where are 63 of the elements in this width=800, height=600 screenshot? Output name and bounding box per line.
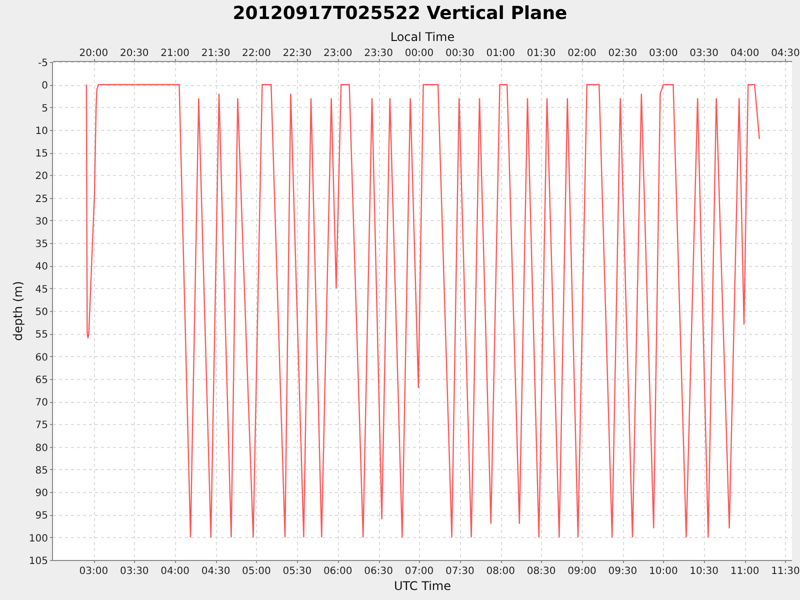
tick-label: 04:30 bbox=[771, 48, 800, 59]
tick-label: 09:30 bbox=[608, 566, 638, 577]
tick-label: 01:30 bbox=[526, 48, 556, 59]
tick-label: 10 bbox=[35, 126, 48, 137]
tick-label: 04:30 bbox=[201, 566, 230, 577]
tick-label: 07:00 bbox=[404, 566, 434, 577]
axis-label: Local Time bbox=[390, 30, 455, 44]
axis-label: UTC Time bbox=[394, 579, 451, 593]
tick-label: 08:00 bbox=[486, 566, 516, 577]
tick-label: 04:00 bbox=[160, 566, 190, 577]
tick-label: 50 bbox=[35, 307, 48, 318]
tick-label: 01:00 bbox=[486, 48, 516, 59]
tick-label: 00:30 bbox=[446, 48, 474, 59]
tick-label: 100 bbox=[28, 533, 48, 544]
tick-label: 80 bbox=[35, 442, 48, 454]
tick-label: 05:00 bbox=[242, 566, 271, 577]
tick-label: 90 bbox=[35, 488, 48, 500]
axis-label: depth (m) bbox=[11, 281, 25, 341]
tick-label: 25 bbox=[35, 194, 48, 205]
tick-label: 04:00 bbox=[730, 48, 760, 59]
tick-label: 10:30 bbox=[690, 566, 719, 577]
tick-label: 20:00 bbox=[79, 48, 108, 59]
tick-label: 60 bbox=[35, 352, 48, 364]
tick-label: 11:30 bbox=[771, 566, 800, 577]
tick-label: 10:00 bbox=[649, 566, 678, 577]
tick-label: 45 bbox=[35, 284, 48, 296]
tick-label: 06:30 bbox=[364, 566, 393, 577]
tick-label: 05:30 bbox=[282, 566, 312, 577]
tick-label: 23:30 bbox=[364, 48, 393, 59]
tick-label: 85 bbox=[35, 465, 48, 476]
tick-label: 20 bbox=[35, 171, 48, 182]
tick-label: 03:00 bbox=[79, 566, 108, 577]
tick-label: 02:00 bbox=[568, 48, 596, 59]
tick-label: 09:00 bbox=[568, 566, 596, 577]
tick-label: 22:30 bbox=[282, 48, 312, 59]
tick-label: -5 bbox=[38, 58, 48, 69]
tick-label: 08:30 bbox=[526, 566, 556, 577]
tick-label: 55 bbox=[35, 330, 48, 341]
tick-label: 00:00 bbox=[404, 48, 434, 59]
tick-label: 40 bbox=[35, 262, 48, 273]
tick-label: 95 bbox=[35, 510, 48, 522]
tick-label: 03:00 bbox=[649, 48, 678, 59]
tick-label: 5 bbox=[42, 103, 48, 114]
tick-label: 65 bbox=[35, 374, 48, 386]
tick-label: 02:30 bbox=[608, 48, 638, 59]
tick-label: 03:30 bbox=[120, 566, 149, 577]
tick-label: 03:30 bbox=[690, 48, 719, 59]
tick-label: 105 bbox=[28, 556, 48, 567]
chart-title: 20120917T025522 Vertical Plane bbox=[232, 2, 568, 26]
tick-label: 70 bbox=[35, 398, 48, 409]
tick-label: 23:00 bbox=[323, 48, 352, 59]
tick-label: 15 bbox=[35, 148, 48, 160]
tick-label: 21:30 bbox=[201, 48, 230, 59]
tick-label: 20:30 bbox=[120, 48, 149, 59]
tick-label: 21:00 bbox=[160, 48, 190, 59]
tick-label: 30 bbox=[35, 216, 48, 228]
tick-label: 06:00 bbox=[323, 566, 352, 577]
tick-label: 0 bbox=[42, 80, 48, 92]
tick-label: 75 bbox=[35, 420, 48, 432]
tick-label: 35 bbox=[35, 239, 48, 250]
tick-label: 07:30 bbox=[446, 566, 474, 577]
tick-label: 22:00 bbox=[242, 48, 271, 59]
tick-label: 11:00 bbox=[730, 566, 760, 577]
